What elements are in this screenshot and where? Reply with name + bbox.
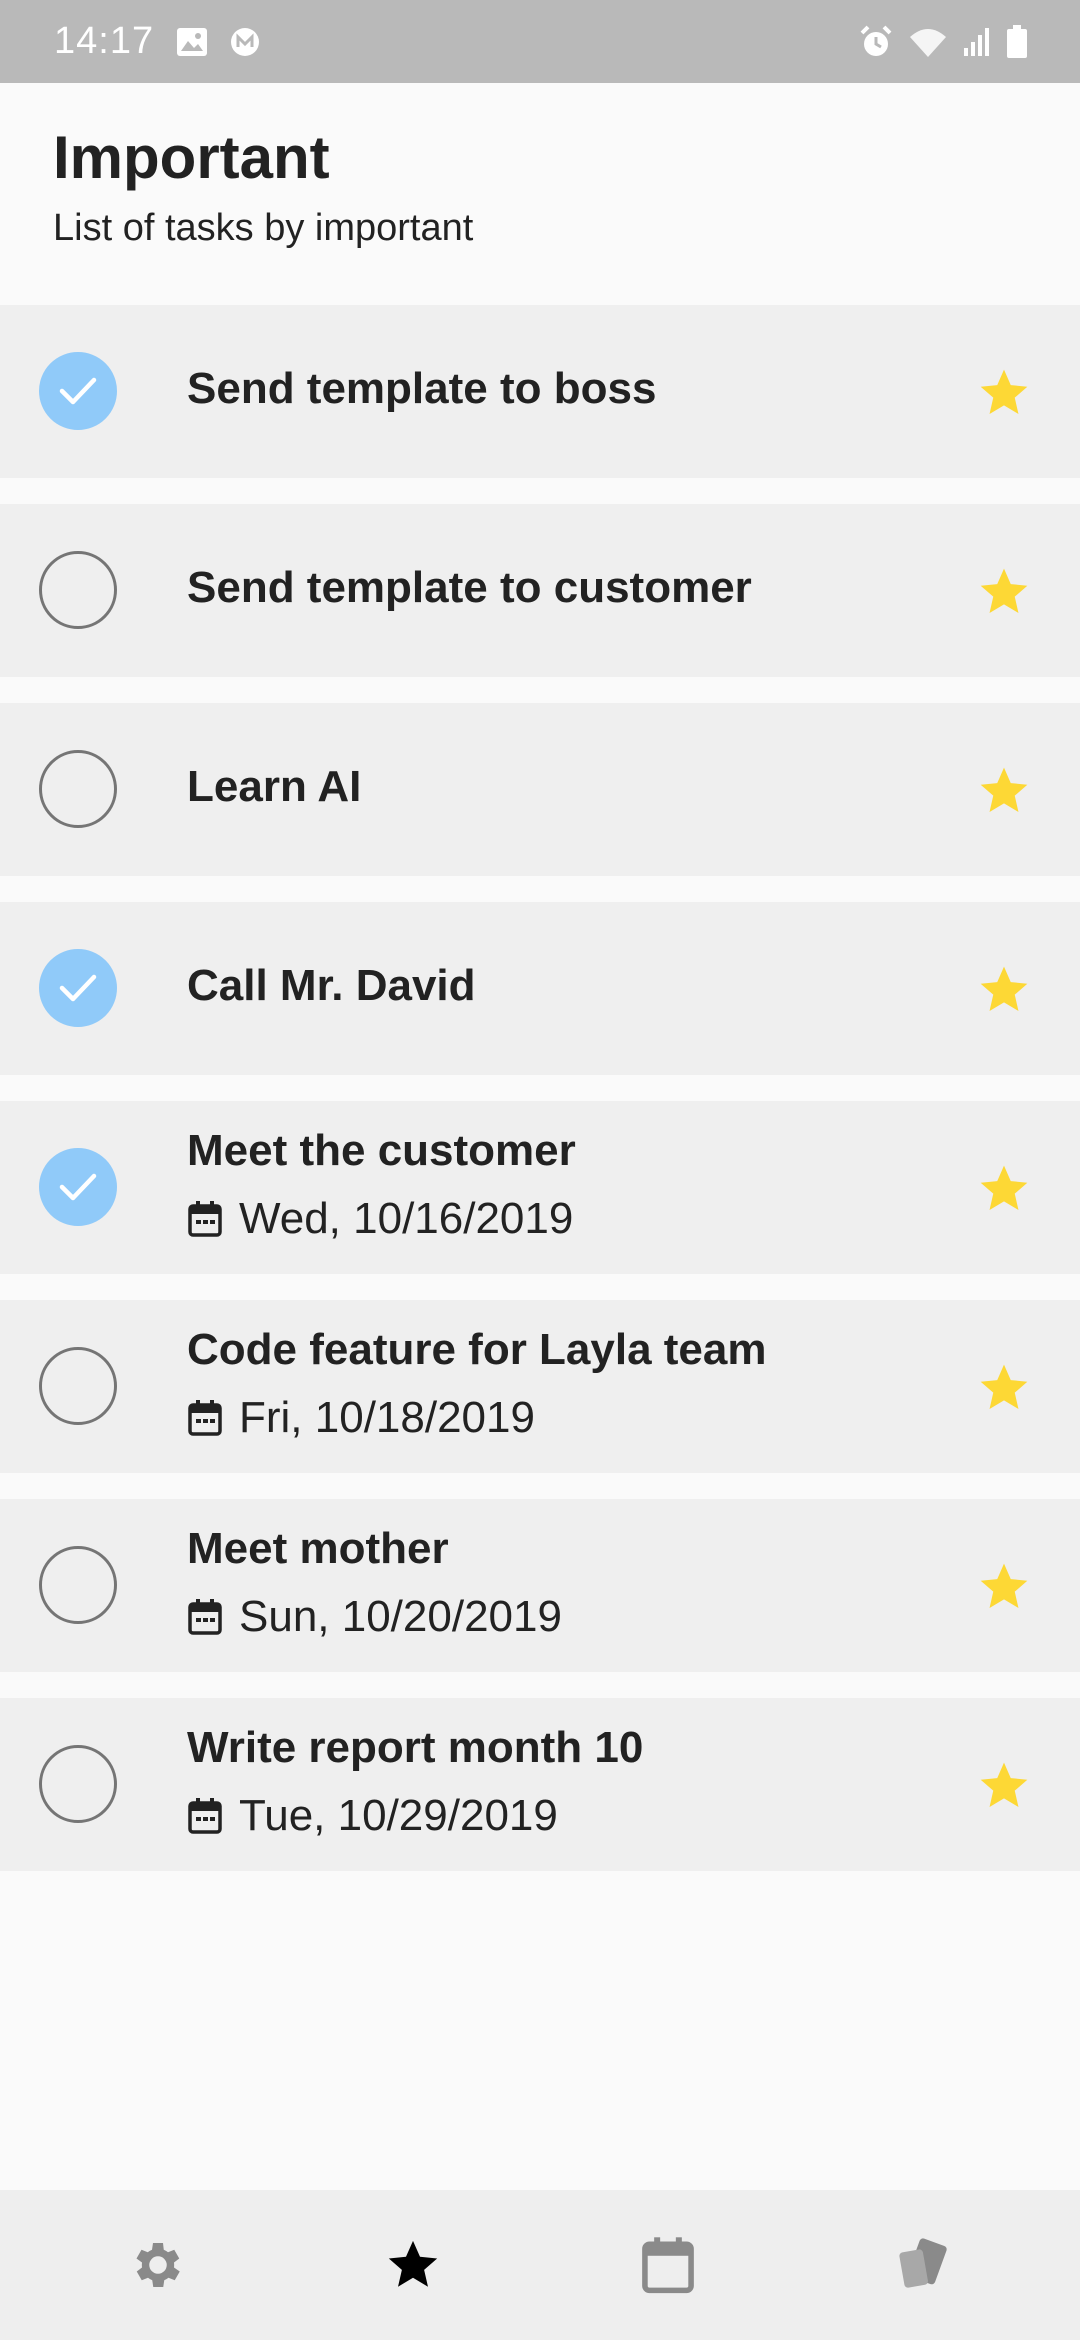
task-row[interactable]: Send template to customer [0,504,1080,677]
m-notification-icon [230,27,260,57]
star-icon[interactable] [976,365,1032,421]
signal-icon [962,26,992,58]
star-icon[interactable] [976,1758,1032,1814]
task-checkbox[interactable] [39,1347,117,1425]
task-list: Send template to boss Send template to c… [0,305,1080,1897]
battery-icon [1006,24,1028,59]
image-icon [176,27,208,57]
task-title: Meet the customer [187,1126,576,1175]
check-icon [59,974,97,1002]
page-subtitle: List of tasks by important [53,207,474,249]
task-title: Write report month 10 [187,1723,644,1772]
star-icon[interactable] [976,1161,1032,1217]
check-icon [59,377,97,405]
task-row[interactable]: Write report month 10 Tue, 10/29/2019 [0,1698,1080,1871]
task-title: Send template to customer [187,563,752,612]
calendar-small-icon [188,1798,222,1834]
task-title: Code feature for Layla team [187,1325,767,1374]
nav-categories[interactable] [863,2205,983,2325]
page-title: Important [53,124,330,191]
status-time: 14:17 [54,20,155,62]
task-row[interactable]: Meet the customer Wed, 10/16/2019 [0,1101,1080,1274]
star-icon[interactable] [976,564,1032,620]
task-title: Learn AI [187,762,362,811]
task-checkbox[interactable] [39,352,117,430]
page-header: Important List of tasks by important [53,120,1033,252]
task-row[interactable]: Call Mr. David [0,902,1080,1075]
check-icon [59,1173,97,1201]
calendar-small-icon [188,1201,222,1237]
task-checkbox[interactable] [39,1148,117,1226]
wifi-icon [908,25,948,59]
task-checkbox[interactable] [39,750,117,828]
task-checkbox[interactable] [39,949,117,1027]
task-due-date: Fri, 10/18/2019 [187,1390,535,1446]
task-row[interactable]: Learn AI [0,703,1080,876]
task-title: Meet mother [187,1524,449,1573]
nav-important[interactable] [353,2205,473,2325]
star-icon[interactable] [976,1360,1032,1416]
star-icon [388,2240,437,2287]
task-due-date: Sun, 10/20/2019 [187,1589,562,1645]
status-bar: 14:17 [0,0,1080,83]
bottom-navigation [0,2190,1080,2340]
nav-settings[interactable] [98,2205,218,2325]
task-checkbox[interactable] [39,1546,117,1624]
alarm-icon [858,24,894,60]
task-date-text: Tue, 10/29/2019 [239,1791,558,1840]
star-icon[interactable] [976,763,1032,819]
task-date-text: Sun, 10/20/2019 [239,1592,562,1641]
task-title: Call Mr. David [187,961,476,1010]
task-title: Send template to boss [187,364,657,413]
task-row[interactable]: Meet mother Sun, 10/20/2019 [0,1499,1080,1672]
task-checkbox[interactable] [39,551,117,629]
task-checkbox[interactable] [39,1745,117,1823]
cards-icon [898,2238,947,2288]
calendar-icon [641,2237,694,2294]
star-icon[interactable] [976,1559,1032,1615]
nav-calendar[interactable] [608,2205,728,2325]
star-icon[interactable] [976,962,1032,1018]
task-row[interactable]: Send template to boss [0,305,1080,478]
task-row[interactable]: Code feature for Layla team Fri, 10/18/2… [0,1300,1080,1473]
task-date-text: Fri, 10/18/2019 [239,1393,535,1442]
task-due-date: Tue, 10/29/2019 [187,1788,558,1844]
calendar-small-icon [188,1599,222,1635]
task-due-date: Wed, 10/16/2019 [187,1191,573,1247]
task-date-text: Wed, 10/16/2019 [239,1194,574,1243]
gear-icon [136,2243,180,2287]
calendar-small-icon [188,1400,222,1436]
